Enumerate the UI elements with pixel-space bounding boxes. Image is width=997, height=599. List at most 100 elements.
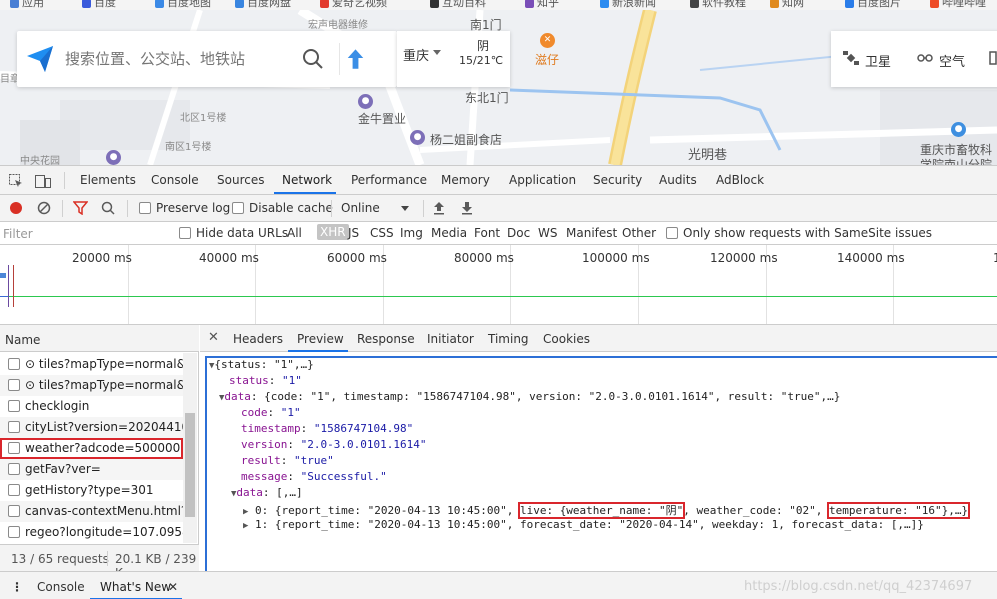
filter-type-js[interactable]: JS xyxy=(348,226,359,240)
tree-node-item-1[interactable]: ▶ 1: {report_time: "2020-04-13 10:45:00"… xyxy=(243,518,924,534)
filter-icon[interactable] xyxy=(73,201,88,215)
checkbox[interactable] xyxy=(179,227,191,239)
bookmark-item[interactable]: 互动百科 xyxy=(430,0,486,9)
filter-type-xhr[interactable]: XHR xyxy=(317,224,349,240)
filter-type-css[interactable]: CSS xyxy=(370,226,394,240)
tree-node-item-0[interactable]: ▶ 0: {report_time: "2020-04-13 10:45:00"… xyxy=(243,502,971,519)
poi-label[interactable]: 北区1号楼 xyxy=(180,109,226,124)
bookmark-item[interactable]: 新浪新闻 xyxy=(600,0,656,9)
request-row[interactable]: regeo?longitude=107.09589& xyxy=(0,522,183,543)
request-row[interactable]: canvas-contextMenu.html?v= xyxy=(0,501,183,522)
tab-headers[interactable]: Headers xyxy=(233,332,283,346)
poi-label[interactable]: 光明巷 xyxy=(688,144,727,163)
tab-adblock[interactable]: AdBlock xyxy=(716,173,764,187)
tab-network[interactable]: Network xyxy=(282,173,332,187)
request-row[interactable]: ⊙ tiles?mapType=normal&v= xyxy=(0,375,183,396)
scrollbar[interactable] xyxy=(183,353,197,543)
clear-icon[interactable] xyxy=(37,201,51,215)
export-har-icon[interactable] xyxy=(461,201,473,215)
tree-node-root[interactable]: ▼{status: "1",…} xyxy=(209,358,314,374)
map-search-input[interactable] xyxy=(65,47,295,71)
location-pin-icon[interactable]: ● xyxy=(358,94,373,109)
import-har-icon[interactable] xyxy=(433,201,445,215)
tab-timing[interactable]: Timing xyxy=(488,332,529,346)
bookmark-item[interactable]: 应用 xyxy=(10,0,44,9)
request-row[interactable]: getHistory?type=301 xyxy=(0,480,183,501)
tab-sources[interactable]: Sources xyxy=(217,173,264,187)
food-icon[interactable]: ✕ xyxy=(540,33,555,48)
poi-label[interactable]: 学院南山分院 xyxy=(920,156,992,165)
tab-memory[interactable]: Memory xyxy=(441,173,490,187)
request-row[interactable]: getFav?ver= xyxy=(0,459,183,480)
samesite-checkbox[interactable]: Only show requests with SameSite issues xyxy=(666,226,932,240)
tab-security[interactable]: Security xyxy=(593,173,642,187)
tree-node[interactable]: ▼data: {code: "1", timestamp: "158674710… xyxy=(219,390,840,406)
filter-type-manifest[interactable]: Manifest xyxy=(566,226,617,240)
search-icon[interactable] xyxy=(297,43,329,75)
filter-type-all[interactable]: All xyxy=(287,226,302,240)
bookmark-item[interactable]: 软件教程 xyxy=(690,0,746,9)
expand-triangle-icon[interactable]: ▶ xyxy=(243,521,248,531)
request-list-header[interactable]: Name xyxy=(0,325,199,352)
filter-type-font[interactable]: Font xyxy=(474,226,500,240)
checkbox[interactable] xyxy=(666,227,678,239)
disable-cache-checkbox[interactable]: Disable cache xyxy=(232,201,333,215)
tab-audits[interactable]: Audits xyxy=(659,173,697,187)
checkbox[interactable] xyxy=(139,202,151,214)
tab-cookies[interactable]: Cookies xyxy=(543,332,590,346)
satellite-button[interactable]: 卫星 xyxy=(843,51,891,70)
drawer-tab-console[interactable]: Console xyxy=(37,580,85,594)
tab-console[interactable]: Console xyxy=(151,173,199,187)
poi-label[interactable]: 南区1号楼 xyxy=(165,138,211,153)
city-name[interactable]: 重庆 xyxy=(403,45,429,64)
route-icon[interactable] xyxy=(339,43,371,75)
expand-triangle-icon[interactable]: ▶ xyxy=(243,507,248,517)
poi-label[interactable]: 金牛置业 xyxy=(358,110,406,127)
tab-performance[interactable]: Performance xyxy=(351,173,427,187)
request-row[interactable]: cityList?version=20204410 xyxy=(0,417,183,438)
search-icon[interactable] xyxy=(101,201,115,215)
map-view[interactable]: 宏声电器维修 美美 南1门 东北1门 ✕ 滋仔 ● 金牛置业 北区1号楼 ● 杨… xyxy=(0,10,997,165)
device-toolbar-icon[interactable] xyxy=(34,172,52,190)
preserve-log-checkbox[interactable]: Preserve log xyxy=(139,201,230,215)
weather-widget[interactable]: 重庆 阴 15/21℃ xyxy=(397,31,510,87)
tab-elements[interactable]: Elements xyxy=(80,173,136,187)
tab-application[interactable]: Application xyxy=(509,173,576,187)
poi-label[interactable]: 杨二姐副食店 xyxy=(430,131,502,148)
close-icon[interactable]: ✕ xyxy=(168,580,178,594)
filter-input[interactable] xyxy=(3,225,165,242)
bookmark-item[interactable]: 百度网盘 xyxy=(235,0,291,9)
filter-type-doc[interactable]: Doc xyxy=(507,226,530,240)
network-overview-timeline[interactable]: 20000 ms 40000 ms 60000 ms 80000 ms 100000 m… xyxy=(0,245,997,325)
chevron-down-icon[interactable] xyxy=(433,50,441,55)
filter-type-other[interactable]: Other xyxy=(622,226,656,240)
hide-data-urls-checkbox[interactable]: Hide data URLs xyxy=(179,226,288,240)
scrollbar-thumb[interactable] xyxy=(185,413,195,517)
bookmark-item[interactable]: 知网 xyxy=(770,0,804,9)
record-icon[interactable] xyxy=(10,202,22,214)
poi-label[interactable]: 中央花园 xyxy=(20,152,60,165)
more-tools-icon[interactable] xyxy=(989,51,997,65)
checkbox[interactable] xyxy=(232,202,244,214)
poi-label[interactable]: 宏声电器维修 xyxy=(308,16,368,31)
air-quality-button[interactable]: 空气 xyxy=(917,51,965,70)
poi-label[interactable]: 东北1门 xyxy=(465,89,509,106)
tab-response[interactable]: Response xyxy=(357,332,415,346)
bookmark-item[interactable]: 爱奇艺视频 xyxy=(320,0,387,9)
inspect-element-icon[interactable] xyxy=(8,173,24,189)
bookmark-item[interactable]: 百度地图 xyxy=(155,0,211,9)
filter-type-img[interactable]: Img xyxy=(400,226,423,240)
drawer-menu-icon[interactable]: ⋮ xyxy=(11,580,23,594)
request-row[interactable]: checklogin xyxy=(0,396,183,417)
chevron-down-icon[interactable] xyxy=(401,206,409,211)
request-row[interactable]: weather?adcode=500000 xyxy=(0,438,183,459)
school-icon[interactable]: ● xyxy=(951,122,966,137)
building-icon[interactable]: ● xyxy=(106,150,121,165)
bookmark-item[interactable]: 哔哩哔哩 xyxy=(930,0,986,9)
bookmark-item[interactable]: 百度 xyxy=(82,0,116,9)
drawer-tab-whats-new[interactable]: What's New xyxy=(100,580,171,594)
filter-type-ws[interactable]: WS xyxy=(538,226,557,240)
request-row[interactable]: ⊙ tiles?mapType=normal&v= xyxy=(0,354,183,375)
bookmark-item[interactable]: 百度图片 xyxy=(845,0,901,9)
bookmark-item[interactable]: 知乎 xyxy=(525,0,559,9)
